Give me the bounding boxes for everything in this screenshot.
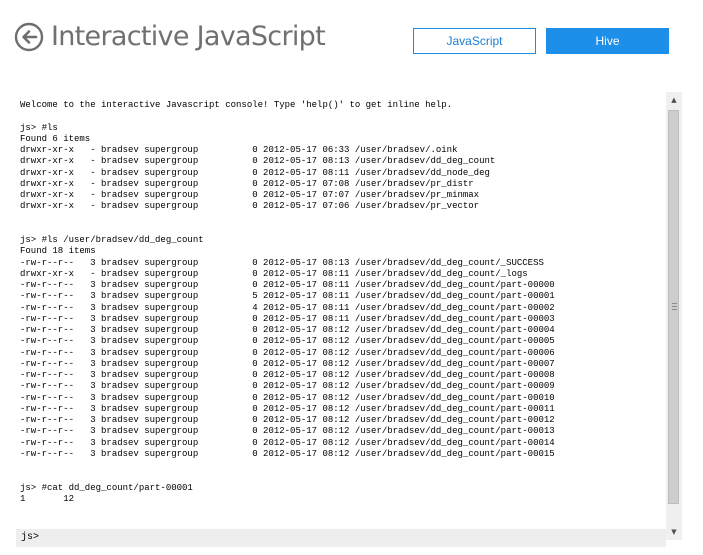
console-prompt: js> bbox=[21, 532, 40, 543]
console-output-text: Welcome to the interactive Javascript co… bbox=[20, 100, 555, 504]
tab-javascript[interactable]: JavaScript bbox=[413, 28, 536, 54]
console-scrollbar[interactable]: ▲ ▼ bbox=[666, 92, 682, 540]
command-input-row[interactable]: js> bbox=[16, 529, 666, 547]
back-arrow-icon bbox=[14, 22, 44, 52]
console-output-area[interactable]: Welcome to the interactive Javascript co… bbox=[16, 90, 666, 530]
back-button[interactable] bbox=[14, 22, 44, 52]
thumb-grip-line bbox=[672, 309, 677, 310]
scroll-thumb[interactable] bbox=[668, 110, 679, 504]
thumb-grip-line bbox=[672, 303, 677, 304]
command-input[interactable] bbox=[46, 530, 656, 546]
tab-hive[interactable]: Hive bbox=[546, 28, 669, 54]
scroll-up-arrow-icon[interactable]: ▲ bbox=[666, 92, 682, 108]
thumb-grip-line bbox=[672, 306, 677, 307]
scroll-down-arrow-icon[interactable]: ▼ bbox=[666, 524, 682, 540]
app-header: Interactive JavaScript JavaScript Hive bbox=[0, 0, 703, 80]
page-title: Interactive JavaScript bbox=[51, 21, 326, 52]
